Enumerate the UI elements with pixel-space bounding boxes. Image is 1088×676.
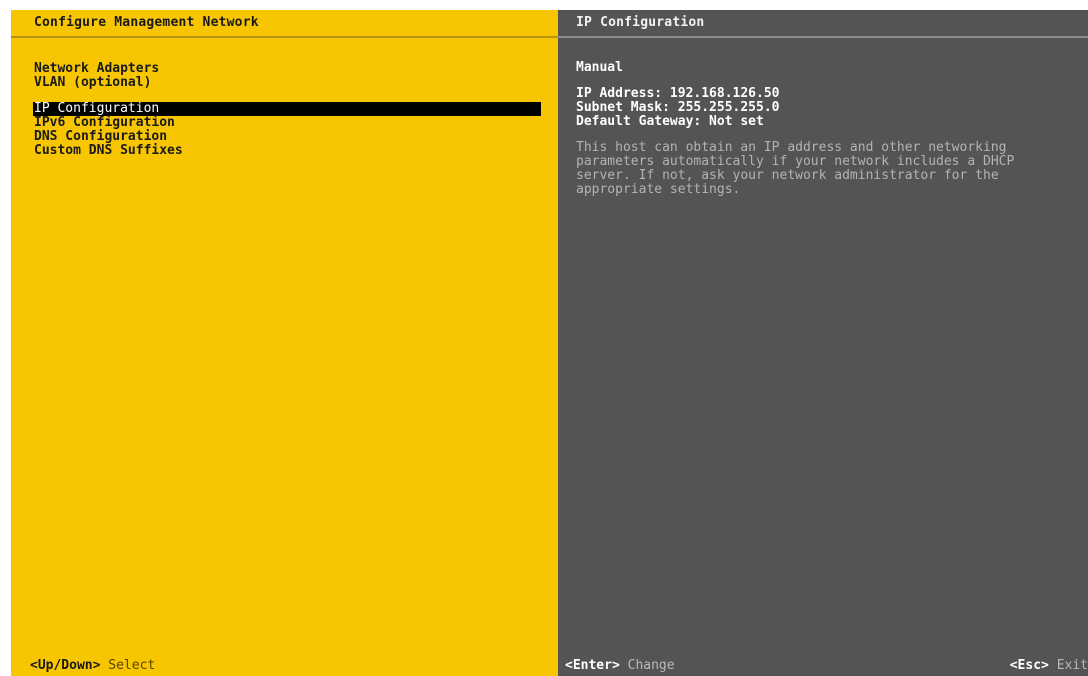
description-line: This host can obtain an IP address and o… <box>576 140 1007 155</box>
ip-address: IP Address: 192.168.126.50 <box>576 86 780 101</box>
default-gateway: Default Gateway: Not set <box>576 114 764 129</box>
menu-pane-title: Configure Management Network <box>11 10 558 38</box>
change-action-label: Change <box>627 658 675 673</box>
select-action-label: Select <box>108 658 156 673</box>
description-line: server. If not, ask your network adminis… <box>576 168 999 183</box>
menu-item-custom-dns-suffixes[interactable]: Custom DNS Suffixes <box>33 144 541 158</box>
esc-key[interactable]: <Esc> <box>1010 658 1049 673</box>
menu-item-vlan[interactable]: VLAN (optional) <box>33 76 541 90</box>
exit-action-label: Exit <box>1056 658 1088 673</box>
ip-mode: Manual <box>576 60 623 75</box>
menu-list: Network Adapters VLAN (optional) IP Conf… <box>33 62 541 158</box>
description-line: appropriate settings. <box>576 182 741 197</box>
menu-item-network-adapters[interactable]: Network Adapters <box>33 62 541 76</box>
subnet-mask: Subnet Mask: 255.255.255.0 <box>576 100 780 115</box>
enter-key[interactable]: <Enter> <box>565 658 620 673</box>
ip-configuration-details: Manual IP Address: 192.168.126.50 Subnet… <box>576 61 1076 197</box>
exit-hint: <Esc> Exit <box>1010 658 1088 674</box>
description-line: parameters automatically if your network… <box>576 154 1015 169</box>
menu-pane: Configure Management Network Network Ada… <box>11 10 558 676</box>
detail-pane: IP Configuration Manual IP Address: 192.… <box>558 10 1088 676</box>
navigation-hint: <Up/Down> Select <box>30 658 155 674</box>
menu-item-dns-configuration[interactable]: DNS Configuration <box>33 130 541 144</box>
up-down-key[interactable]: <Up/Down> <box>30 658 100 673</box>
dcui-screen: Configure Management Network Network Ada… <box>11 10 1088 676</box>
menu-item-ipv6-configuration[interactable]: IPv6 Configuration <box>33 116 541 130</box>
menu-item-ip-configuration[interactable]: IP Configuration <box>33 102 541 116</box>
change-hint: <Enter> Change <box>565 658 675 674</box>
detail-pane-title: IP Configuration <box>558 10 1088 38</box>
